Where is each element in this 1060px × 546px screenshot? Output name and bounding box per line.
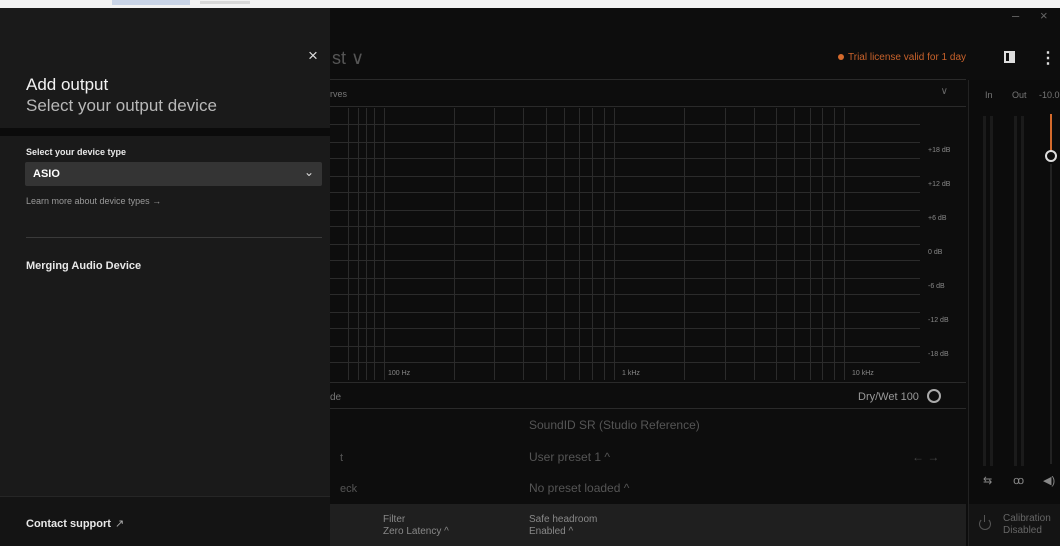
grid-line xyxy=(330,226,920,227)
trial-license-badge[interactable]: Trial license valid for 1 day xyxy=(838,52,966,63)
close-window-button[interactable]: × xyxy=(1040,8,1048,23)
learn-more-link[interactable]: Learn more about device types → xyxy=(26,196,161,206)
db-tick-label: +6 dB xyxy=(928,215,947,222)
user-preset-selector[interactable]: User preset 1 ^ xyxy=(529,450,610,464)
more-menu-icon[interactable]: ⋮ xyxy=(1040,48,1056,68)
divider xyxy=(26,237,322,238)
external-link-icon: ↗ xyxy=(114,518,125,530)
taskbar-fragment xyxy=(112,0,190,5)
device-list-item[interactable]: Merging Audio Device xyxy=(26,260,141,272)
speaker-icon[interactable]: ◀) xyxy=(1043,474,1055,487)
minimize-button[interactable]: – xyxy=(1012,8,1019,23)
db-tick-label: -12 dB xyxy=(928,317,949,324)
grid-line xyxy=(330,294,920,295)
db-tick-label: -6 dB xyxy=(928,283,945,290)
grid-line xyxy=(330,142,920,143)
contact-support-label: Contact support xyxy=(26,518,111,530)
db-tick-label: -18 dB xyxy=(928,351,949,358)
preset-arrows[interactable]: ← → xyxy=(912,450,939,464)
mode-row: de Dry/Wet 100 xyxy=(330,384,966,408)
window-controls: – × xyxy=(1000,8,1060,28)
grid-line xyxy=(330,244,920,245)
reference-target[interactable]: SoundID SR (Studio Reference) xyxy=(529,418,700,432)
device-type-label: Select your device type xyxy=(26,147,127,157)
grid-line xyxy=(330,176,920,177)
fader-track[interactable] xyxy=(1050,164,1052,464)
row-label: eck xyxy=(340,483,358,495)
calibration-label: Calibration xyxy=(1003,513,1051,524)
db-tick-label: +12 dB xyxy=(928,181,951,188)
contact-support-link[interactable]: Contact support ↗ xyxy=(26,517,124,530)
filter-label: Filter xyxy=(383,514,406,525)
row-label: t xyxy=(340,452,344,464)
hz-tick-label: 10 kHz xyxy=(852,370,874,377)
hz-tick-label: 1 kHz xyxy=(622,370,640,377)
meter-panel: In Out -10.0 ⇆ ꝏ ◀) Calibration Disabled xyxy=(968,80,1060,546)
in-meter-right xyxy=(990,116,993,466)
grid-line xyxy=(330,192,920,193)
grid-line xyxy=(330,362,920,363)
device-type-value: ASIO xyxy=(33,168,60,180)
divider xyxy=(330,106,966,107)
power-icon xyxy=(979,515,991,530)
main-header: st ∨ Trial license valid for 1 day ⋮ xyxy=(330,38,1060,78)
taskbar-fragment xyxy=(200,1,250,4)
in-label: In xyxy=(985,90,993,100)
grid-line xyxy=(330,312,920,313)
panel-footer: Contact support ↗ xyxy=(0,496,330,546)
fader-handle[interactable] xyxy=(1045,150,1057,162)
drywet-value: Dry/Wet 100 xyxy=(858,391,919,403)
chevron-down-icon: ⌄ xyxy=(303,165,314,179)
in-meter-left xyxy=(983,116,986,466)
os-taskbar-strip xyxy=(0,0,1060,8)
level-readout: -10.0 xyxy=(1039,90,1060,100)
trial-text: Trial license valid for 1 day xyxy=(848,52,967,63)
device-type-select[interactable]: ASIO ⌄ xyxy=(25,162,322,186)
out-meter-right xyxy=(1021,116,1024,466)
layout-toggle-icon[interactable] xyxy=(1004,51,1015,63)
headroom-label: Safe headroom xyxy=(529,514,598,525)
calibration-status: Calibration Disabled xyxy=(1003,513,1051,537)
grid-line xyxy=(330,158,920,159)
headroom-selector[interactable]: Safe headroom Enabled ^ xyxy=(529,514,597,538)
out-meter-left xyxy=(1014,116,1017,466)
drywet-knob[interactable] xyxy=(927,389,941,403)
db-tick-label: 0 dB xyxy=(928,249,943,256)
hz-tick-label: 100 Hz xyxy=(388,370,411,377)
filter-selector[interactable]: Filter Zero Latency ^ xyxy=(383,514,449,538)
mode-label: de xyxy=(330,392,342,403)
add-output-panel: × Add output Select your output device S… xyxy=(0,8,330,546)
db-tick-label: +18 dB xyxy=(928,147,951,154)
curves-dropdown[interactable]: rves ∨ xyxy=(330,80,966,106)
divider xyxy=(330,382,966,383)
preset-loader[interactable]: No preset loaded ^ xyxy=(529,481,629,495)
bottom-bar: Filter Zero Latency ^ Safe headroom Enab… xyxy=(330,504,966,546)
out-label: Out xyxy=(1012,90,1027,100)
grid-line xyxy=(330,124,920,125)
calibration-value: Disabled xyxy=(1003,525,1042,536)
headroom-value: Enabled ^ xyxy=(529,526,574,537)
swap-icon[interactable]: ⇆ xyxy=(983,474,992,487)
divider xyxy=(330,408,966,409)
calibration-toggle[interactable]: Calibration Disabled xyxy=(969,504,1060,546)
grid-line xyxy=(330,346,920,347)
filter-value: Zero Latency ^ xyxy=(383,526,449,537)
panel-divider xyxy=(0,128,330,136)
close-icon[interactable]: × xyxy=(308,46,318,66)
panel-subtitle: Select your output device xyxy=(26,96,217,115)
fader-level xyxy=(1050,114,1052,154)
preset-selector[interactable]: st ∨ xyxy=(332,48,364,69)
panel-title: Add output xyxy=(26,75,109,94)
grid-line xyxy=(330,260,920,261)
link-icon[interactable]: ꝏ xyxy=(1013,474,1024,487)
status-dot-icon xyxy=(838,54,844,61)
curves-label: rves xyxy=(330,89,348,99)
grid-line xyxy=(330,328,920,329)
grid-line xyxy=(330,278,920,279)
eq-curve-graph: +18 dB +12 dB +6 dB 0 dB -6 dB -12 dB -1… xyxy=(330,108,966,380)
grid-line xyxy=(330,210,920,211)
chevron-down-icon: ∨ xyxy=(940,86,948,97)
